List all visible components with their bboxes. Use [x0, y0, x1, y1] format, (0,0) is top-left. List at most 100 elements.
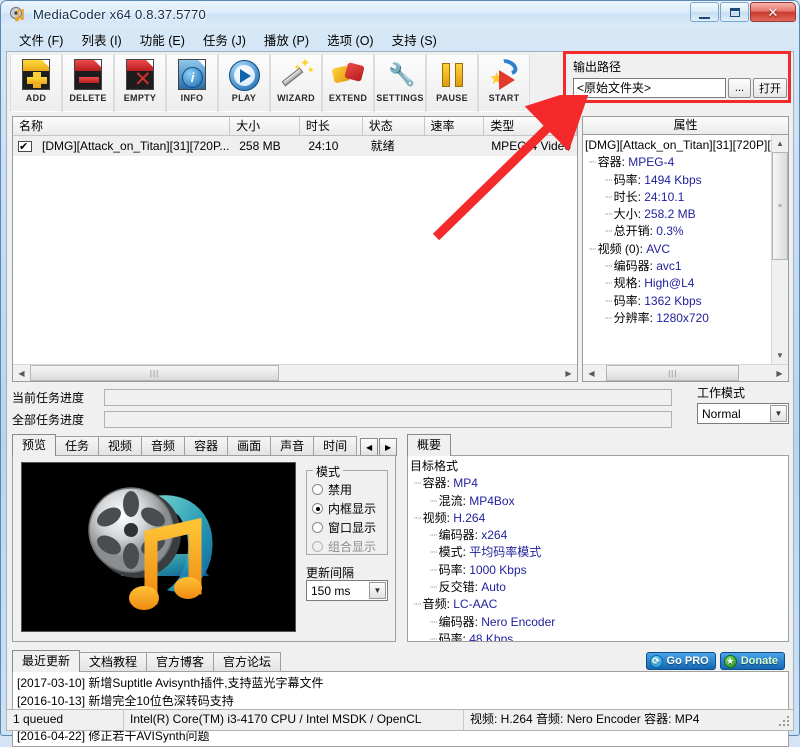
- properties-vscrollbar[interactable]: ▲ ≡ ▼: [771, 135, 788, 364]
- summary-node[interactable]: ┈ 模式: 平均码率模式: [410, 544, 788, 561]
- summary-node[interactable]: ┈ 视频: H.264: [410, 510, 788, 527]
- work-mode-select[interactable]: Normal ▼: [697, 403, 789, 424]
- tab-scroll-right-icon[interactable]: ▶: [379, 438, 397, 456]
- property-node[interactable]: ┈ 规格: High@L4: [585, 275, 788, 292]
- vscroll-track[interactable]: ≡: [772, 152, 788, 347]
- prop-hscroll-track[interactable]: |||: [600, 365, 771, 381]
- hscroll-thumb[interactable]: |||: [30, 365, 279, 381]
- go-pro-button[interactable]: ⟳ Go PRO: [646, 652, 716, 670]
- property-node[interactable]: ┈ 容器: MPEG-4: [585, 154, 788, 171]
- scroll-right-icon[interactable]: ▶: [560, 365, 577, 381]
- add-button[interactable]: ADD: [10, 54, 62, 112]
- empty-button[interactable]: ✕ EMPTY: [114, 54, 166, 112]
- prop-scroll-right-icon[interactable]: ▶: [771, 365, 788, 381]
- tab-task[interactable]: 任务: [55, 436, 99, 456]
- tab-official-blog[interactable]: 官方博客: [146, 652, 214, 672]
- chevron-down-icon[interactable]: ▼: [770, 405, 787, 422]
- list-item[interactable]: [2017-03-10] 新增Suptitle Avisynth插件,支持蓝光字…: [13, 675, 788, 693]
- tab-audio[interactable]: 音频: [141, 436, 185, 456]
- play-button[interactable]: PLAY: [218, 54, 270, 112]
- wizard-button[interactable]: ✦ ✦ ✦ WIZARD: [270, 54, 322, 112]
- tab-official-forum[interactable]: 官方论坛: [213, 652, 281, 672]
- column-header-status[interactable]: 状态: [363, 117, 425, 135]
- property-node[interactable]: ┈ 分辨率: 1280x720: [585, 310, 788, 327]
- tab-documentation[interactable]: 文档教程: [79, 652, 147, 672]
- mode-option-inner-frame[interactable]: 内框显示: [307, 499, 387, 518]
- radio-icon[interactable]: [312, 484, 323, 495]
- menu-task[interactable]: 任务 (J): [194, 28, 255, 51]
- radio-icon[interactable]: [312, 522, 323, 533]
- table-row[interactable]: [DMG][Attack_on_Titan][31][720P... 258 M…: [13, 136, 577, 156]
- column-header-rate[interactable]: 速率: [425, 117, 485, 135]
- tab-recent-updates[interactable]: 最近更新: [12, 650, 80, 672]
- info-button[interactable]: i INFO: [166, 54, 218, 112]
- settings-button[interactable]: 🔧 SETTINGS: [374, 54, 426, 112]
- tab-preview[interactable]: 预览: [12, 434, 56, 456]
- property-node[interactable]: ┈ 大小: 258.2 MB: [585, 206, 788, 223]
- vscroll-thumb[interactable]: ≡: [772, 152, 788, 260]
- tab-summary[interactable]: 概要: [407, 434, 451, 456]
- pause-button[interactable]: PAUSE: [426, 54, 478, 112]
- delete-button[interactable]: DELETE: [62, 54, 114, 112]
- update-interval-select[interactable]: 150 ms ▼: [306, 580, 388, 601]
- properties-body[interactable]: [DMG][Attack_on_Titan][31][720P][GE┈ 容器:…: [582, 134, 789, 382]
- property-node[interactable]: ┈ 视频 (0): AVC: [585, 241, 788, 258]
- output-path-input[interactable]: <原始文件夹>: [573, 78, 726, 98]
- row-checkbox[interactable]: [18, 141, 32, 152]
- scroll-down-icon[interactable]: ▼: [772, 347, 788, 364]
- property-node[interactable]: ┈ 码率: 1494 Kbps: [585, 172, 788, 189]
- menu-play[interactable]: 播放 (P): [255, 28, 318, 51]
- property-node[interactable]: ┈ 总开销: 0.3%: [585, 223, 788, 240]
- scroll-up-icon[interactable]: ▲: [772, 135, 788, 152]
- column-header-type[interactable]: 类型: [484, 117, 577, 135]
- summary-node[interactable]: 目标格式: [410, 458, 788, 475]
- open-folder-button[interactable]: 打开: [753, 78, 787, 98]
- prop-hscroll-thumb[interactable]: |||: [606, 365, 739, 381]
- tab-time[interactable]: 时间: [313, 436, 357, 456]
- radio-icon-selected[interactable]: [312, 503, 323, 514]
- summary-node[interactable]: ┈ 混流: MP4Box: [410, 493, 788, 510]
- summary-node[interactable]: ┈ 反交错: Auto: [410, 579, 788, 596]
- summary-node[interactable]: ┈ 容器: MP4: [410, 475, 788, 492]
- menu-file[interactable]: 文件 (F): [10, 28, 72, 51]
- menu-support[interactable]: 支持 (S): [383, 28, 446, 51]
- scroll-left-icon[interactable]: ◀: [13, 365, 30, 381]
- preview-display[interactable]: [21, 462, 296, 632]
- list-item[interactable]: [2016-10-13] 新增完全10位色深转码支持: [13, 693, 788, 711]
- tab-container[interactable]: 容器: [184, 436, 228, 456]
- menu-options[interactable]: 选项 (O): [318, 28, 383, 51]
- summary-node[interactable]: ┈ 码率: 48 Kbps: [410, 631, 788, 642]
- summary-node[interactable]: ┈ 音频: LC-AAC: [410, 596, 788, 613]
- mode-option-disable[interactable]: 禁用: [307, 480, 387, 499]
- column-header-name[interactable]: 名称: [13, 117, 230, 135]
- minimize-button[interactable]: [690, 2, 719, 22]
- summary-node[interactable]: ┈ 码率: 1000 Kbps: [410, 562, 788, 579]
- property-node[interactable]: ┈ 编码器: avc1: [585, 258, 788, 275]
- summary-node[interactable]: ┈ 编码器: Nero Encoder: [410, 614, 788, 631]
- file-list-panel[interactable]: 名称 大小 时长 状态 速率 类型 [DMG][Attack_on_Titan]…: [12, 116, 578, 382]
- column-header-size[interactable]: 大小: [230, 117, 300, 135]
- tab-scroll-left-icon[interactable]: ◀: [360, 438, 378, 456]
- tab-video[interactable]: 视频: [98, 436, 142, 456]
- prop-scroll-left-icon[interactable]: ◀: [583, 365, 600, 381]
- properties-hscrollbar[interactable]: ◀ ||| ▶: [583, 364, 788, 381]
- resize-grip-icon[interactable]: [778, 715, 791, 728]
- summary-pane[interactable]: 目标格式┈ 容器: MP4┈ 混流: MP4Box┈ 视频: H.264┈ 编码…: [407, 455, 789, 642]
- extend-button[interactable]: EXTEND: [322, 54, 374, 112]
- start-button[interactable]: ★ START: [478, 54, 530, 112]
- property-node[interactable]: [DMG][Attack_on_Titan][31][720P][GE: [585, 137, 788, 154]
- tab-sound[interactable]: 声音: [270, 436, 314, 456]
- file-list-hscrollbar[interactable]: ◀ ||| ▶: [13, 364, 577, 381]
- menu-features[interactable]: 功能 (E): [131, 28, 194, 51]
- donate-button[interactable]: ★ Donate: [720, 652, 785, 670]
- property-node[interactable]: ┈ 时长: 24:10.1: [585, 189, 788, 206]
- hscroll-track[interactable]: |||: [30, 365, 560, 381]
- summary-node[interactable]: ┈ 编码器: x264: [410, 527, 788, 544]
- mode-option-window[interactable]: 窗口显示: [307, 518, 387, 537]
- close-button[interactable]: ✕: [750, 2, 796, 22]
- property-node[interactable]: ┈ 码率: 1362 Kbps: [585, 293, 788, 310]
- column-header-duration[interactable]: 时长: [300, 117, 363, 135]
- chevron-down-icon[interactable]: ▼: [369, 582, 386, 599]
- restore-button[interactable]: [720, 2, 749, 22]
- browse-button[interactable]: ...: [728, 78, 751, 98]
